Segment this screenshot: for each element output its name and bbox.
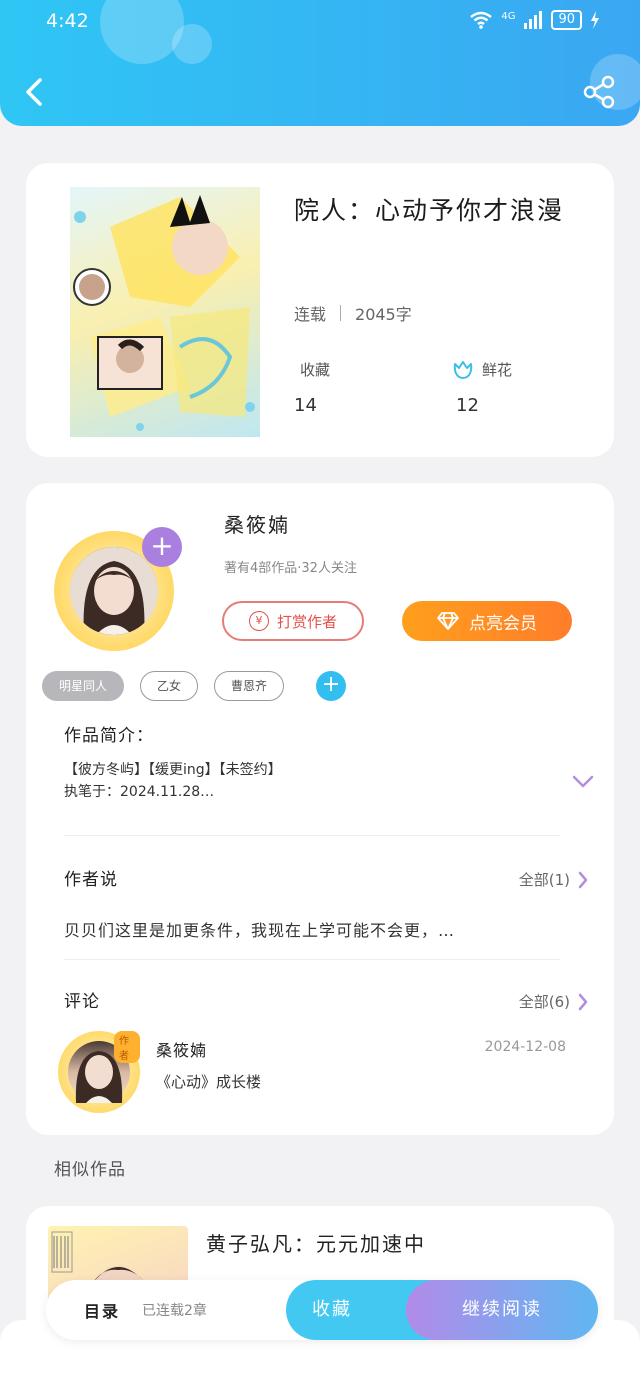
tip-author-button[interactable]: ¥ 打赏作者 [222,601,364,641]
chevron-right-icon [578,871,588,888]
toc-button[interactable]: 目录 [84,1298,120,1322]
author-name[interactable]: 桑筱婻 [224,509,290,538]
network-label: 4G [501,10,516,22]
intro-line: 执笔于：2024.11.28… [64,784,215,800]
decor-bubble [172,24,212,64]
favorites-label-group: 收藏 [300,359,330,380]
author-avatar [70,547,158,635]
intro-label: 作品简介： [64,726,154,746]
comment-author-name[interactable]: 桑筱婻 [156,1037,207,1061]
flower-icon [453,360,473,379]
tip-author-label: 打赏作者 [276,612,337,631]
flowers-label: 鲜花 [482,361,513,379]
author-stats: 著有4部作品·32人关注 [224,561,357,576]
author-says-text[interactable]: 贝贝们这里是加更条件，我现在上学可能不会更，… [64,917,455,941]
serial-status: 连载 [294,305,327,324]
decor-bubble [100,0,184,64]
book-cover[interactable] [70,187,260,437]
meta-separator [340,305,342,321]
vip-label: 点亮会员 [469,613,537,634]
favorites-label: 收藏 [300,361,331,379]
chevron-right-icon [578,993,588,1010]
divider [64,959,560,960]
author-says-more-link[interactable]: 全部(1) [519,869,588,890]
charging-icon [591,11,599,29]
yen-icon: ¥ [248,611,269,631]
vip-button[interactable]: 点亮会员 [402,601,572,641]
chapter-count: 已连载2章 [142,1303,207,1319]
favorites-count: 14 [294,395,317,416]
comments-label: 评论 [64,992,100,1012]
battery-indicator: 90 [551,10,582,30]
comment-text[interactable]: 《心动》成长楼 [156,1071,261,1092]
comment-date: 2024-12-08 [484,1039,566,1055]
share-icon[interactable] [582,74,616,110]
diamond-icon [437,612,459,630]
tag-item[interactable]: 明星同人 [42,671,125,701]
book-title: 院人：心动予你才浪漫 [294,196,565,225]
comments-count: 全部(6) [518,993,570,1011]
flowers-label-group[interactable]: 鲜花 [452,359,512,380]
top-header: 4:42 4G 90 [0,0,640,126]
flowers-count: 12 [456,395,479,416]
cover-art [73,195,255,431]
tag-item[interactable]: 曹恩齐 [214,671,285,701]
comment-avatar-frame[interactable]: 作者 [58,1031,140,1113]
add-tag-button[interactable]: + [316,671,347,701]
author-says-count: 全部(1) [518,871,570,889]
back-icon[interactable] [20,74,50,110]
word-count: 2045字 [355,305,412,324]
avatar-portrait [70,547,158,635]
comments-more-link[interactable]: 全部(6) [519,991,588,1012]
author-badge: 作者 [114,1031,140,1063]
follow-plus-button[interactable]: + [142,527,182,567]
status-time: 4:42 [46,10,89,32]
book-info-card: 院人：心动予你才浪漫 连载 2045字 收藏 14 鲜花 12 [26,163,614,457]
author-card: + 桑筱婻 著有4部作品·32人关注 ¥ 打赏作者 点亮会员 明星同人 乙女 曹… [26,483,614,1135]
book-meta: 连载 2045字 [294,301,412,325]
tag-list: 明星同人 乙女 曹恩齐 + [42,671,347,701]
similar-works-label: 相似作品 [54,1160,126,1180]
intro-line: 【彼方冬屿】【缓更ing】【未签约】 [64,762,282,778]
similar-work-title: 黄子弘凡：元元加速中 [206,1232,426,1256]
chevron-down-icon[interactable] [572,775,594,789]
status-icons: 4G 90 [469,10,600,30]
intro-text[interactable]: 【彼方冬屿】【缓更ing】【未签约】 执笔于：2024.11.28… [64,759,282,803]
signal-icon [524,11,543,29]
tag-item[interactable]: 乙女 [140,671,199,701]
author-says-label: 作者说 [64,870,118,890]
divider [64,835,560,836]
wifi-icon [470,11,493,29]
bottom-action-bar: 目录 已连载2章 收藏 继续阅读 [46,1280,598,1340]
continue-reading-button[interactable]: 继续阅读 [406,1280,598,1340]
